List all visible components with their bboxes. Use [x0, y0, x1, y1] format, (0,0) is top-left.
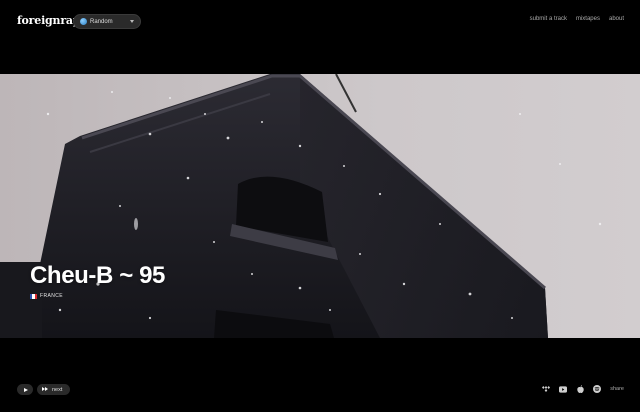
globe-icon — [80, 18, 87, 25]
streaming-links: share — [542, 385, 624, 393]
track-country[interactable]: FRANCE — [30, 293, 63, 299]
hero-image — [0, 74, 640, 338]
share-button[interactable]: share — [610, 386, 624, 392]
player-bar: next share — [0, 338, 640, 412]
play-button[interactable] — [17, 384, 33, 395]
mode-select-value: Random — [90, 18, 113, 25]
nav-mixtapes[interactable]: mixtapes — [576, 16, 600, 22]
mode-select[interactable]: Random — [73, 14, 141, 29]
nav-submit-track[interactable]: submit a track — [530, 16, 567, 22]
top-nav: submit a track mixtapes about — [530, 16, 624, 22]
apple-icon[interactable] — [576, 385, 584, 393]
video-hero[interactable]: Cheu-B ~ 95 FRANCE — [0, 74, 640, 338]
page: foreignrap Random submit a track mixtape… — [0, 0, 640, 412]
nav-about[interactable]: about — [609, 16, 624, 22]
youtube-icon[interactable] — [559, 385, 568, 393]
track-title: Cheu-B ~ 95 — [30, 262, 165, 289]
france-flag-icon — [30, 293, 37, 299]
tidal-icon[interactable] — [542, 385, 551, 393]
next-label: next — [52, 386, 63, 393]
country-label: FRANCE — [40, 293, 63, 299]
spotify-icon[interactable] — [593, 385, 602, 393]
top-bar: foreignrap Random submit a track mixtape… — [0, 0, 640, 74]
chevron-down-icon — [130, 20, 134, 23]
site-logo[interactable]: foreignrap — [17, 14, 81, 27]
fast-forward-icon — [42, 387, 49, 392]
play-icon — [23, 387, 28, 392]
next-button[interactable]: next — [37, 384, 70, 395]
